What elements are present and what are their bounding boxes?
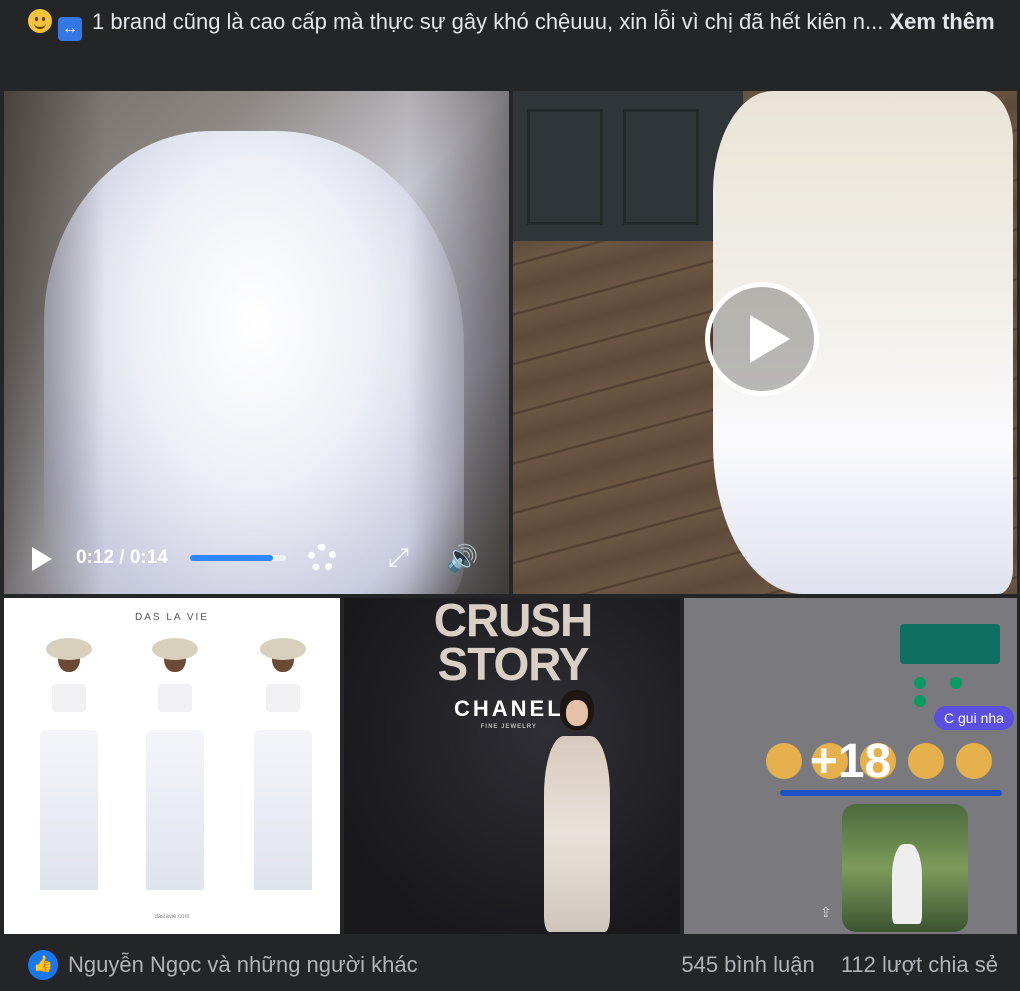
shares-count[interactable]: 112 lượt chia sẻ: [841, 952, 998, 977]
like-reaction-icon[interactable]: 👍: [28, 950, 58, 980]
video-progress-fill: [190, 555, 273, 561]
post-footer: 👍 Nguyễn Ngọc và những người khác 545 bì…: [0, 940, 1020, 991]
gear-icon[interactable]: [308, 544, 336, 572]
fullscreen-icon[interactable]: [388, 546, 410, 568]
event-headline: CRUSH STORY: [433, 598, 594, 690]
play-icon[interactable]: [32, 547, 52, 571]
brand-website: daslavie.com: [154, 914, 190, 920]
play-button-icon[interactable]: [705, 282, 819, 396]
caption-text: 1 brand cũng là cao cấp mà thực sự gây k…: [92, 9, 884, 34]
post-caption: ↔ 1 brand cũng là cao cấp mà thực sự gây …: [28, 4, 1008, 41]
video-time: 0:12 / 0:14: [76, 547, 168, 568]
photo-event[interactable]: CRUSH STORY CHANEL FINE JEWELRY: [344, 598, 680, 934]
person-image: [534, 690, 624, 934]
video-progress-bar[interactable]: [190, 555, 286, 561]
photo-chat-screenshot[interactable]: C gui nha +18 ⇪: [684, 598, 1017, 934]
photo-lookbook[interactable]: DAS LA VIE daslavie.com: [4, 598, 340, 934]
volume-icon[interactable]: 🔊: [446, 544, 478, 572]
brand-name: DAS LA VIE: [135, 612, 209, 623]
left-right-arrow-icon: ↔: [58, 17, 82, 41]
more-photos-count[interactable]: +18: [684, 734, 1017, 789]
share-icon: ⇪: [820, 904, 832, 920]
video-thumbnail-1[interactable]: [4, 91, 509, 594]
comments-count[interactable]: 545 bình luận: [681, 952, 814, 977]
chat-bubble: C gui nha: [934, 706, 1014, 730]
reactions-summary[interactable]: Nguyễn Ngọc và những người khác: [68, 952, 418, 978]
video-controls: 0:12 / 0:14 🔊: [4, 530, 509, 590]
slightly-smiling-face-icon: [28, 9, 52, 33]
see-more-link[interactable]: Xem thêm: [889, 9, 994, 34]
